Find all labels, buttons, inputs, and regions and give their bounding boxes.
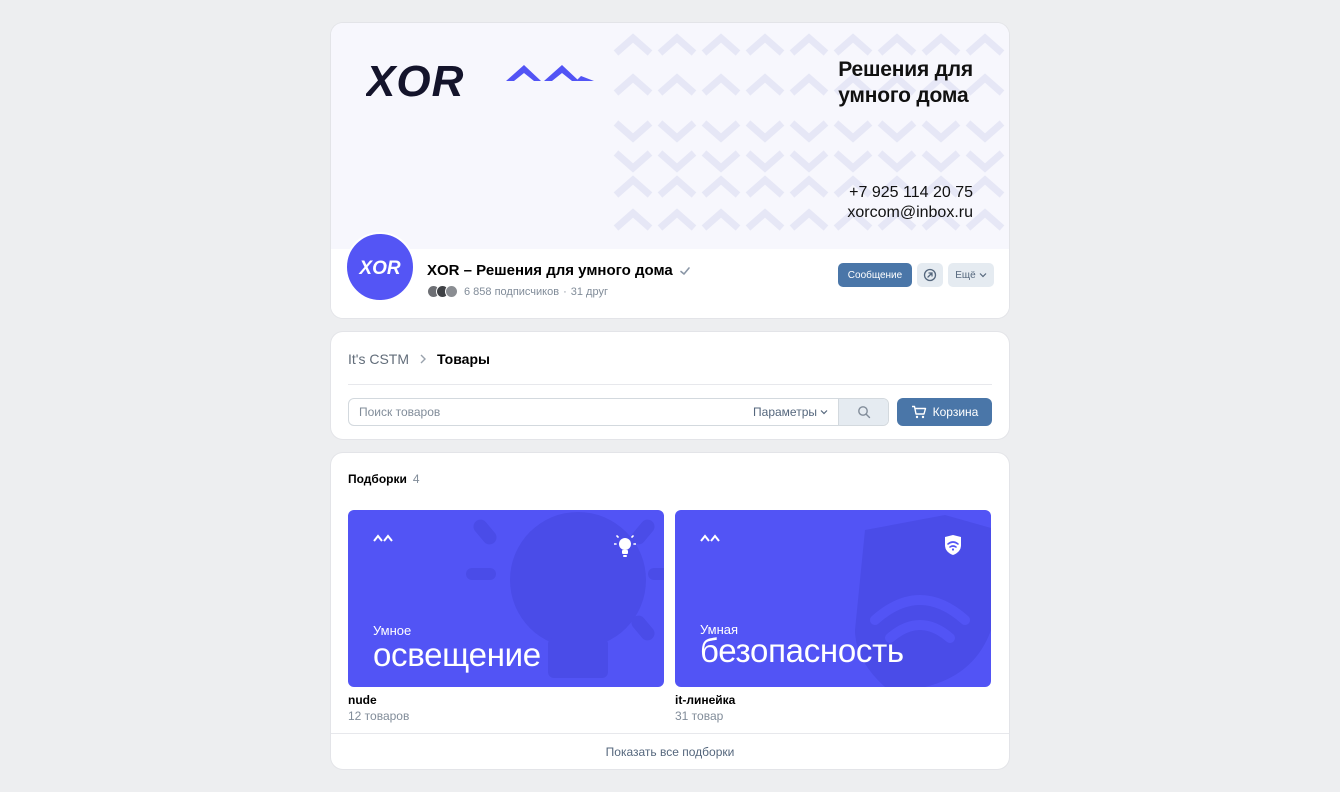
divider	[348, 384, 992, 385]
collections-card: Подборки 4 Умное освещение Умная безопас…	[331, 453, 1009, 769]
cart-label: Корзина	[932, 405, 979, 419]
brand-chevrons-icon	[700, 534, 720, 542]
friends-count[interactable]: 31 друг	[571, 286, 608, 298]
svg-text:XOR: XOR	[358, 258, 400, 278]
chevron-down-icon	[820, 410, 828, 415]
chevron-down-icon	[979, 273, 987, 278]
dot-separator: ·	[563, 285, 567, 298]
more-label: Ещё	[955, 269, 976, 281]
params-dropdown[interactable]: Параметры	[753, 399, 838, 425]
breadcrumb: It's CSTM Товары	[348, 351, 490, 367]
shop-card: It's CSTM Товары Параметры Корзина	[331, 332, 1009, 439]
params-label: Параметры	[753, 405, 817, 419]
search-input[interactable]	[349, 399, 754, 425]
lightbulb-icon	[614, 535, 636, 557]
collection-tile-security[interactable]: Умная безопасность	[675, 510, 991, 687]
cover-banner: XOR Решения для умного дома +7 925 114 2…	[331, 23, 1009, 249]
cover-tagline: Решения для умного дома	[838, 57, 973, 109]
friend-avatars	[427, 285, 458, 298]
show-all-collections-button[interactable]: Показать все подборки	[331, 733, 1009, 769]
cover-contacts: +7 925 114 20 75 xorcom@inbox.ru	[847, 183, 973, 223]
subscribers-count[interactable]: 6 858 подписчиков	[464, 286, 559, 298]
phone-number: +7 925 114 20 75	[849, 184, 973, 201]
email-address: xorcom@inbox.ru	[847, 204, 973, 221]
cart-icon	[911, 405, 926, 419]
collections-header: Подборки 4	[348, 472, 420, 486]
breadcrumb-current: Товары	[437, 351, 490, 367]
collection-tile-lighting[interactable]: Умное освещение	[348, 510, 664, 687]
group-name-text: XOR – Решения для умного дома	[427, 262, 673, 279]
group-title: XOR – Решения для умного дома	[427, 262, 691, 279]
search-button[interactable]	[838, 399, 888, 425]
avatar[interactable]: XOR	[345, 232, 415, 302]
collection-name[interactable]: nude	[348, 693, 377, 707]
friend-avatar	[445, 285, 458, 298]
tile-title: освещение	[373, 636, 541, 673]
arrow-circle-icon	[923, 268, 937, 282]
search-icon	[857, 406, 870, 419]
tile-title: безопасность	[700, 632, 904, 669]
breadcrumb-root[interactable]: It's CSTM	[348, 351, 409, 367]
more-button[interactable]: Ещё	[948, 263, 994, 287]
verified-check-icon	[679, 266, 690, 275]
notify-button[interactable]	[917, 263, 943, 287]
brand-chevrons-icon	[373, 534, 393, 542]
search-bar: Параметры	[348, 398, 889, 426]
subscribers-row[interactable]: 6 858 подписчиков · 31 друг	[427, 285, 608, 298]
cart-button[interactable]: Корзина	[897, 398, 992, 426]
tagline-line-2: умного дома	[838, 84, 969, 107]
collection-name[interactable]: it-линейка	[675, 693, 735, 707]
collection-item-count: 31 товар	[675, 709, 724, 723]
shield-wifi-icon	[945, 535, 961, 555]
svg-text:XOR: XOR	[366, 59, 464, 99]
group-profile-card: XOR Решения для умного дома +7 925 114 2…	[331, 23, 1009, 318]
collections-count: 4	[412, 472, 420, 486]
collection-item-count: 12 товаров	[348, 709, 410, 723]
tagline-line-1: Решения для	[838, 58, 973, 81]
message-button[interactable]: Сообщение	[838, 263, 912, 287]
xor-logo: XOR	[366, 59, 594, 99]
avatar-logo: XOR	[358, 258, 400, 278]
collections-title: Подборки	[348, 472, 407, 486]
chevron-right-icon	[420, 354, 427, 364]
